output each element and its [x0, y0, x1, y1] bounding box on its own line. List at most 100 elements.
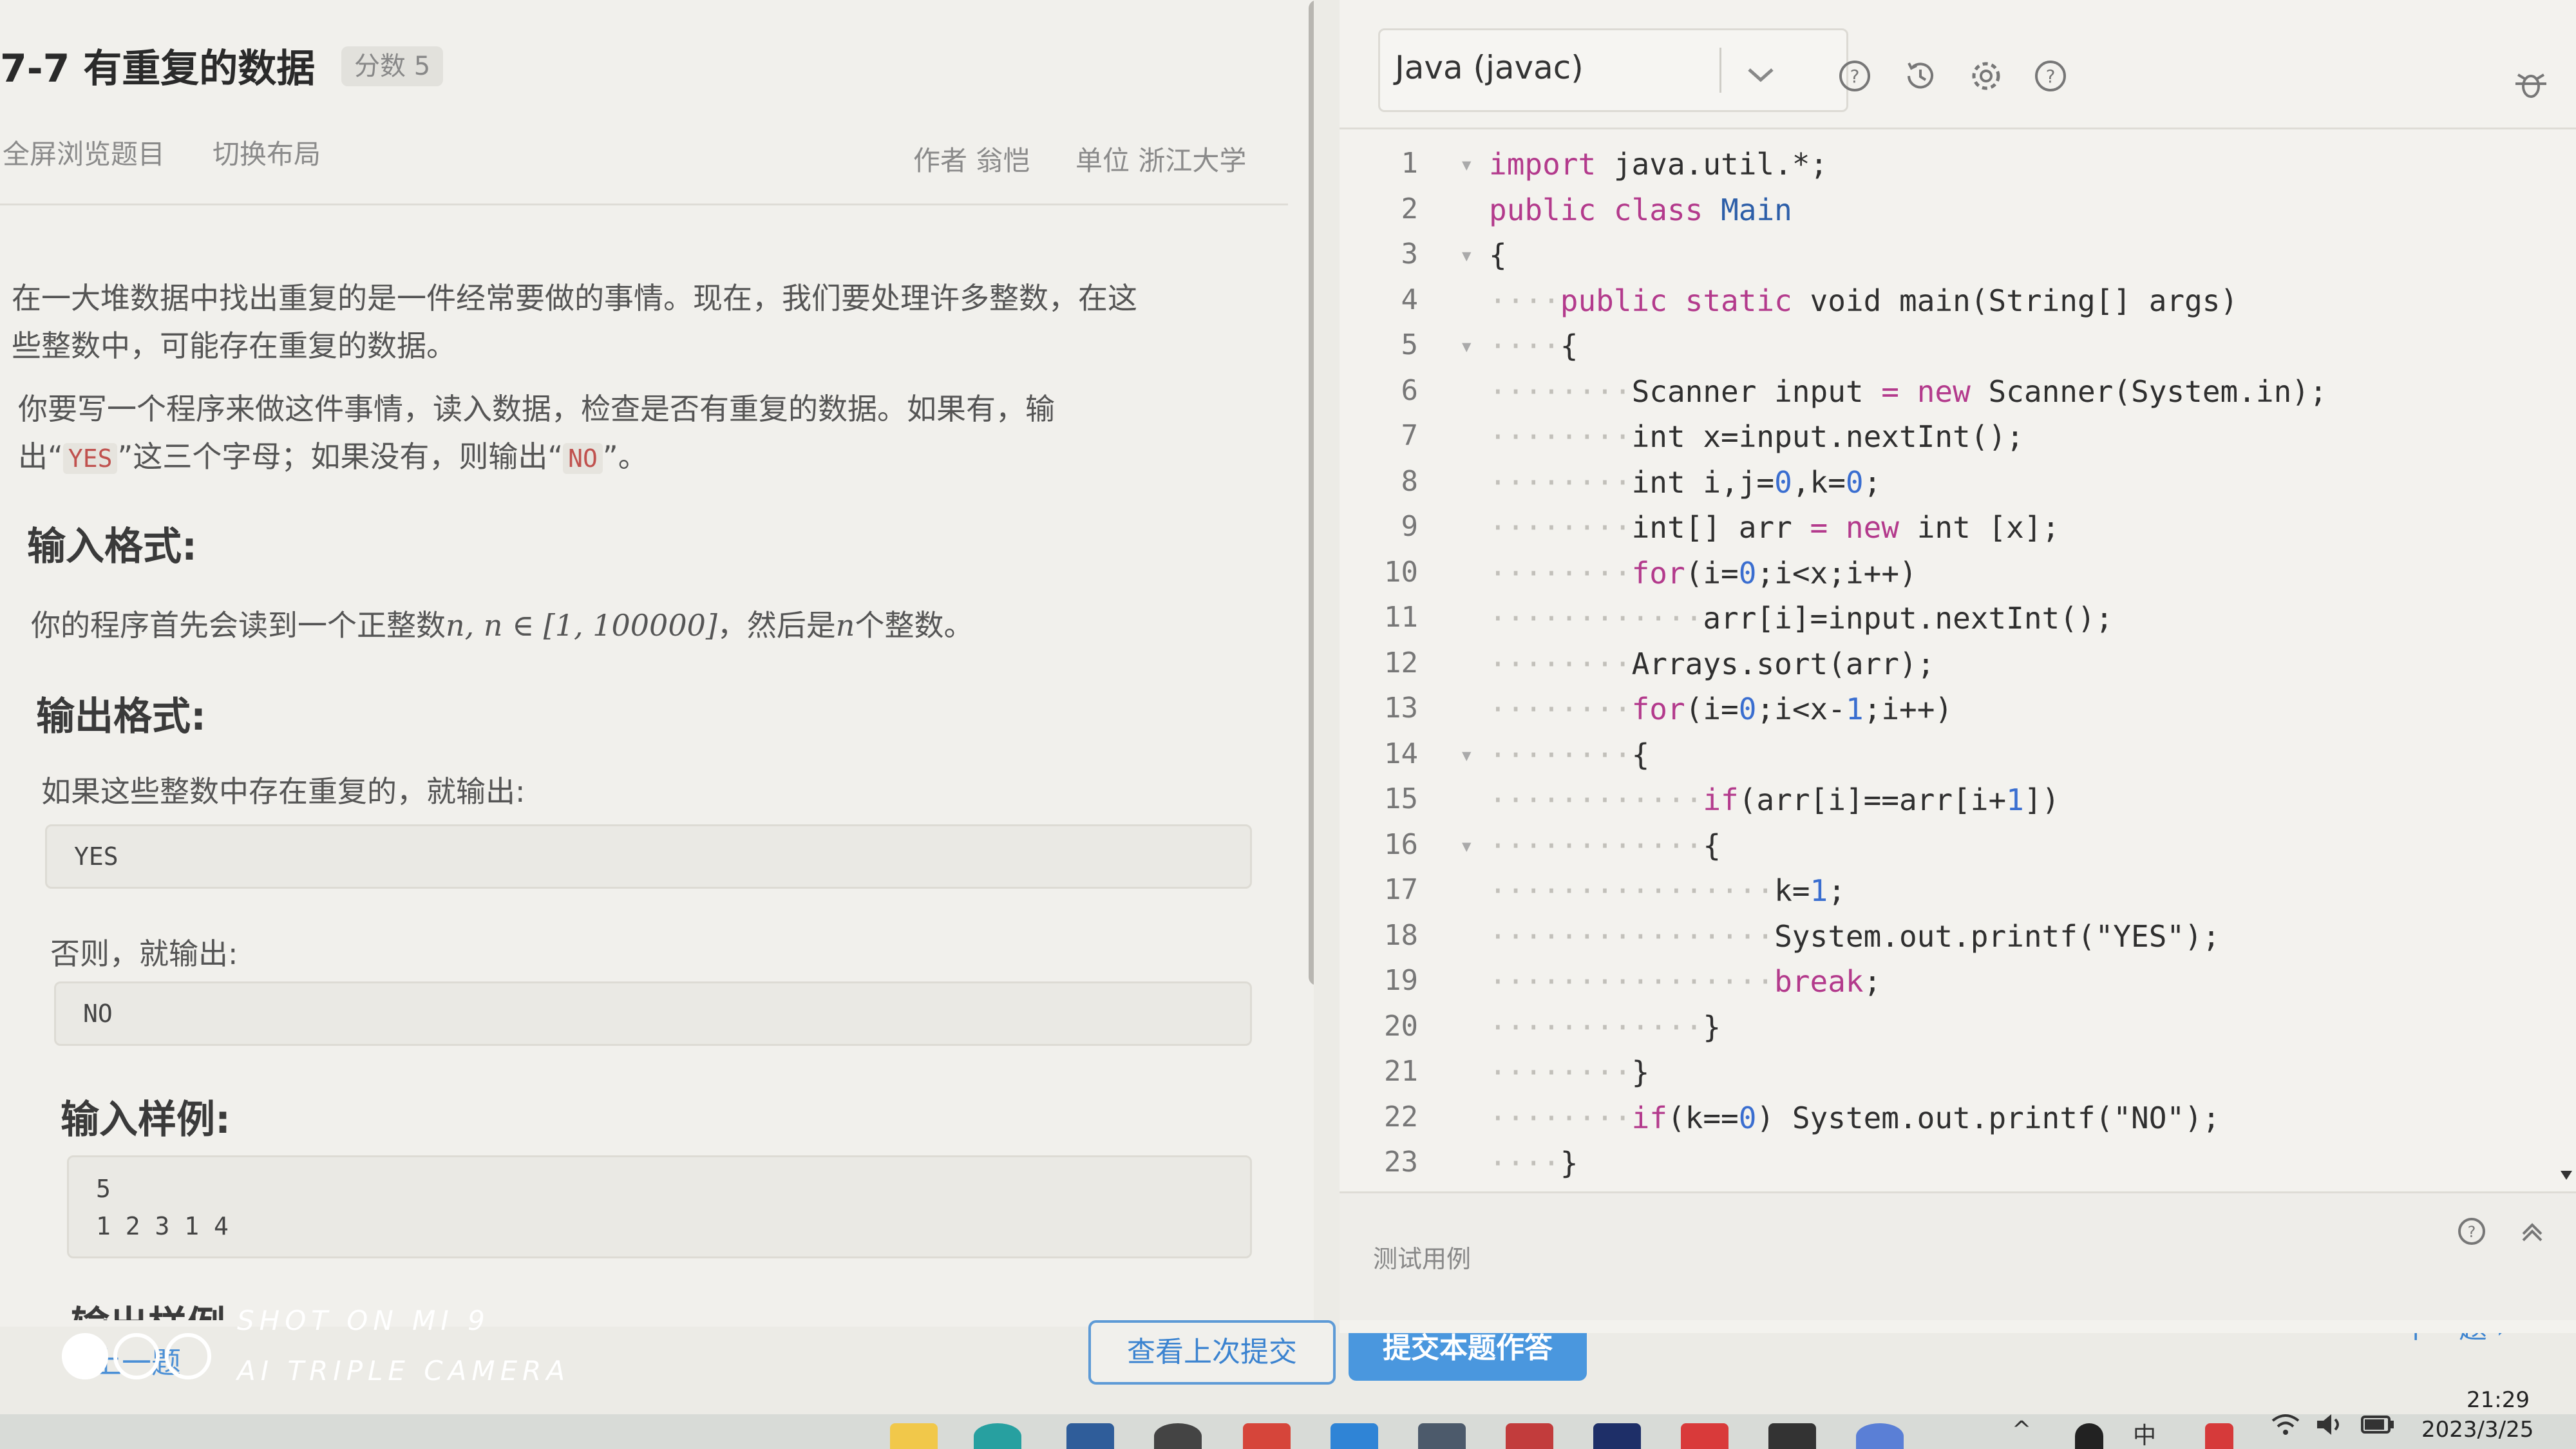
app-icon[interactable]: [1768, 1423, 1816, 1449]
line-number: 15: [1384, 782, 1418, 815]
code-text: import java.util.*;: [1489, 147, 1828, 182]
line-number: 22: [1384, 1100, 1418, 1133]
code-text: ········Scanner input = new Scanner(Syst…: [1489, 374, 2327, 409]
testcase-label[interactable]: 测试用例: [1373, 1239, 1471, 1274]
toolbar-divider: [1340, 128, 2576, 129]
wifi-icon[interactable]: [2269, 1410, 2302, 1439]
problem-title: 7-7 有重复的数据: [0, 46, 316, 91]
line-number: 3: [1401, 238, 1419, 270]
app-icon[interactable]: [1331, 1423, 1378, 1449]
code-text: public class Main: [1489, 192, 1792, 227]
problem-scrollbar[interactable]: [1309, 0, 1314, 985]
problem-panel: 7-7 有重复的数据 分数 5 全屏浏览题目 切换布局 作者 翁恺 单位 浙江大…: [0, 0, 1314, 1327]
app-icon[interactable]: [1506, 1423, 1553, 1449]
switch-layout-link[interactable]: 切换布局: [213, 133, 321, 172]
code-text: ············arr[i]=input.nextInt();: [1489, 601, 2114, 636]
watermark-dot: [165, 1333, 211, 1379]
line-number: 21: [1384, 1055, 1418, 1088]
wps-icon[interactable]: [1681, 1423, 1728, 1449]
fold-toggle-icon[interactable]: ▼: [1462, 156, 1471, 174]
watermark-dot: [113, 1333, 160, 1379]
settings-icon[interactable]: [1967, 57, 2005, 95]
mail-icon[interactable]: [1243, 1423, 1291, 1449]
line-number: 19: [1384, 964, 1418, 997]
line-number: 11: [1384, 601, 1418, 634]
input-format-heading: 输入格式:: [27, 524, 197, 569]
code-text: ········Arrays.sort(arr);: [1489, 646, 1935, 681]
fold-toggle-icon[interactable]: ▼: [1462, 337, 1471, 355]
help-icon[interactable]: ?: [2031, 57, 2070, 95]
fold-toggle-icon[interactable]: ▼: [1462, 837, 1471, 855]
ide-icon[interactable]: [1593, 1423, 1641, 1449]
problem-unit: 单位 浙江大学: [1075, 145, 1247, 176]
language-select-value: Java (javac): [1395, 49, 1584, 86]
history-icon[interactable]: [1901, 57, 1940, 95]
code-editor[interactable]: 1 ▼ import java.util.*; 2 public class Main 3…: [1340, 147, 2576, 1226]
line-number: 7: [1401, 419, 1419, 452]
line-number: 23: [1384, 1146, 1418, 1179]
line-number: 17: [1384, 873, 1418, 906]
clock-date[interactable]: 2023/3/25: [2421, 1417, 2533, 1443]
testcase-panel[interactable]: [1340, 1191, 2576, 1320]
code-text: ········for(i=0;i<x;i++): [1489, 555, 1917, 591]
antivirus-icon[interactable]: [2205, 1423, 2233, 1449]
fullscreen-link[interactable]: 全屏浏览题目: [3, 133, 165, 172]
file-explorer-icon[interactable]: [890, 1423, 938, 1449]
inline-code-yes: YES: [62, 443, 118, 474]
ime-indicator[interactable]: 中: [2133, 1417, 2156, 1449]
watermark-line-2: AI TRIPLE CAMERA: [237, 1355, 571, 1387]
chevron-down-icon[interactable]: [1743, 62, 1779, 88]
output-format-text-1: 如果这些整数中存在重复的，就输出:: [41, 774, 526, 809]
view-last-submission-button[interactable]: 查看上次提交: [1088, 1320, 1336, 1385]
description-line: 你要写一个程序来做这件事情，读入数据，检查是否有重复的数据。如果有，输: [18, 392, 1055, 426]
code-text: ············if(arr[i]==arr[i+1]): [1489, 782, 2060, 817]
watermark-dot: [62, 1333, 108, 1379]
code-text: ········int[] arr = new int [x];: [1489, 510, 2060, 545]
sample-input-line: 1 2 3 1 4: [96, 1212, 229, 1240]
browser-icon[interactable]: [974, 1423, 1021, 1449]
text: ”这三个字母；如果没有，则输出“: [117, 439, 564, 474]
svg-text:?: ?: [2468, 1223, 2476, 1241]
code-text: ············{: [1489, 828, 1721, 863]
line-number: 16: [1384, 828, 1418, 861]
inline-code-no: NO: [563, 443, 603, 474]
settings-app-icon[interactable]: [1418, 1423, 1466, 1449]
watermark-line-1: SHOT ON MI 9: [237, 1305, 490, 1336]
fold-toggle-icon[interactable]: ▼: [1462, 746, 1471, 764]
editor-panel: Java (javac) ? ? 1 ▼ import java.util.*; 2 p…: [1340, 0, 2576, 1333]
line-number: 10: [1384, 555, 1418, 589]
svg-text:?: ?: [2046, 66, 2056, 87]
volume-icon[interactable]: [2313, 1410, 2345, 1439]
output-yes-code-block: YES: [45, 824, 1252, 889]
line-number: 8: [1401, 464, 1419, 498]
bug-icon[interactable]: [2512, 64, 2550, 103]
store-icon[interactable]: [1066, 1423, 1114, 1449]
code-text: {: [1489, 238, 1507, 272]
clock-time[interactable]: 21:29: [2467, 1387, 2530, 1413]
help-icon[interactable]: ?: [2455, 1215, 2488, 1248]
description-paragraph-2: 你要写一个程序来做这件事情，读入数据，检查是否有重复的数据。如果有，输 出“ YE…: [18, 385, 1055, 482]
line-number: 12: [1384, 646, 1418, 679]
text: 出“: [18, 439, 63, 474]
app-icon[interactable]: [1154, 1423, 1202, 1449]
app-icon[interactable]: [1856, 1423, 1904, 1449]
chevron-up-icon[interactable]: [2518, 1217, 2546, 1245]
qq-icon[interactable]: [2075, 1423, 2103, 1449]
editor-scrollbar[interactable]: [2557, 147, 2576, 1190]
code-text: ············}: [1489, 1009, 1721, 1045]
battery-icon[interactable]: [2360, 1412, 2396, 1437]
chevron-up-icon[interactable]: ^: [2012, 1417, 2031, 1443]
sample-output-heading: 输出样例: [71, 1294, 225, 1320]
help-icon[interactable]: ?: [1835, 57, 1874, 95]
code-text: ········if(k==0) System.out.printf("NO")…: [1489, 1100, 2221, 1135]
fold-toggle-icon[interactable]: ▼: [1462, 247, 1471, 265]
input-format-text: 你的程序首先会读到一个正整数n, n ∈ [1, 100000]，然后是n个整数…: [31, 601, 973, 649]
output-format-heading: 输出格式:: [36, 694, 206, 739]
text: ，然后是: [717, 608, 836, 643]
sample-input-code-block: 5 1 2 3 1 4: [67, 1155, 1252, 1258]
code-text: ········for(i=0;i<x-1;i++): [1489, 692, 1953, 726]
line-number: 13: [1384, 692, 1418, 724]
line-number: 2: [1401, 192, 1419, 225]
line-number: 20: [1384, 1009, 1418, 1043]
text: 你的程序首先会读到一个正整数: [31, 608, 446, 643]
